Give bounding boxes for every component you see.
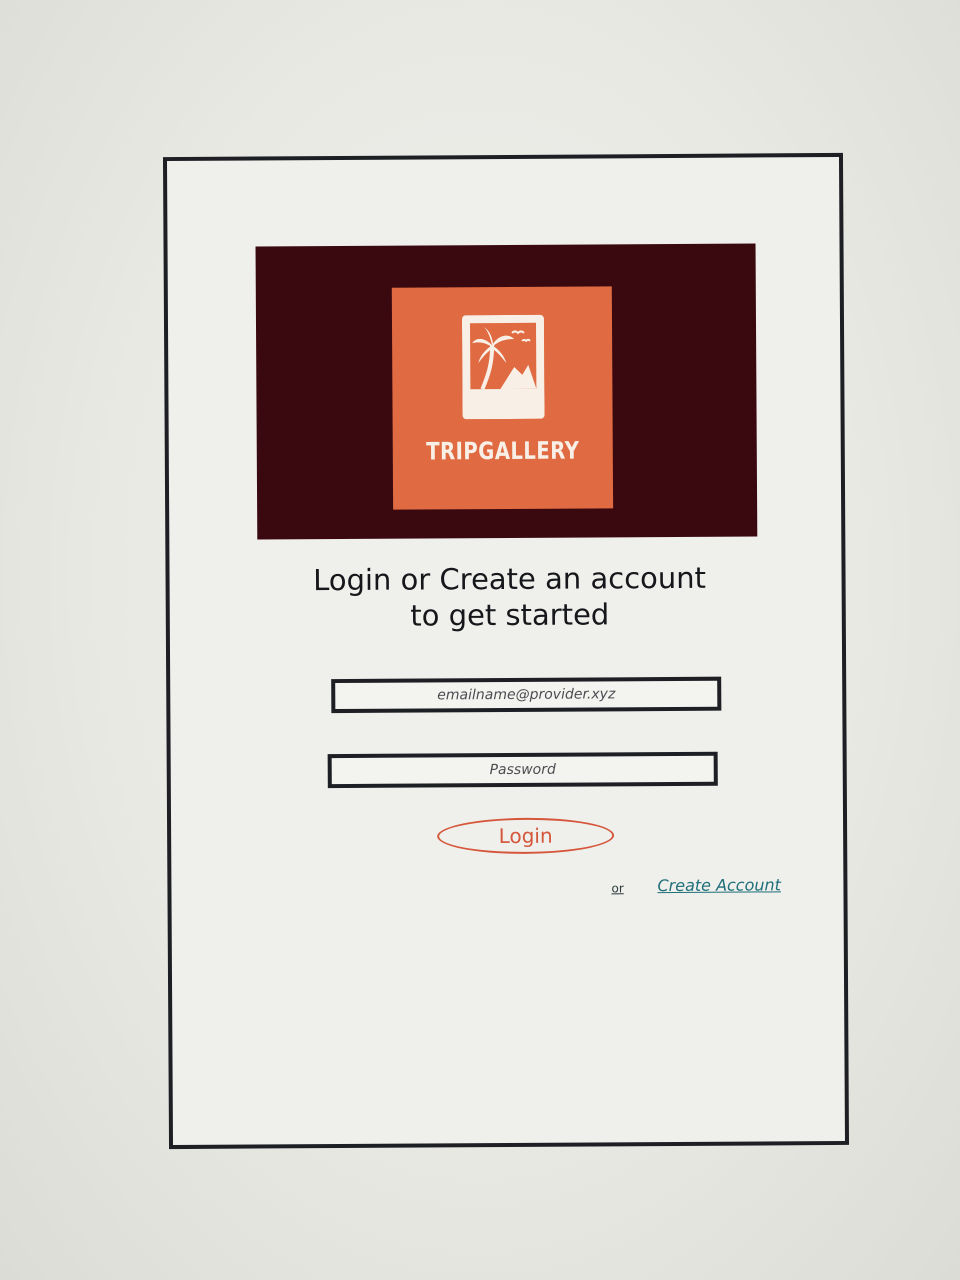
page-heading: Login or Create an account to get starte… [249,559,769,634]
email-field[interactable] [335,679,718,711]
logo-tile: TRIPGALLERY [391,286,614,510]
create-account-link[interactable]: Create Account [657,875,781,895]
password-field[interactable] [331,754,714,786]
heading-line-2: to get started [410,597,610,633]
email-field-box [331,676,722,714]
brand-name: TRIPGALLERY [426,436,580,466]
or-label: or [611,881,624,896]
brand-banner: TRIPGALLERY [255,243,758,540]
login-button[interactable]: Login [437,817,615,855]
palm-tree-photo-icon [461,314,545,420]
password-field-box [327,751,718,789]
heading-line-1: Login or Create an account [313,560,707,598]
wireframe-sheet: TRIPGALLERY Login or Create an account t… [162,152,850,1150]
